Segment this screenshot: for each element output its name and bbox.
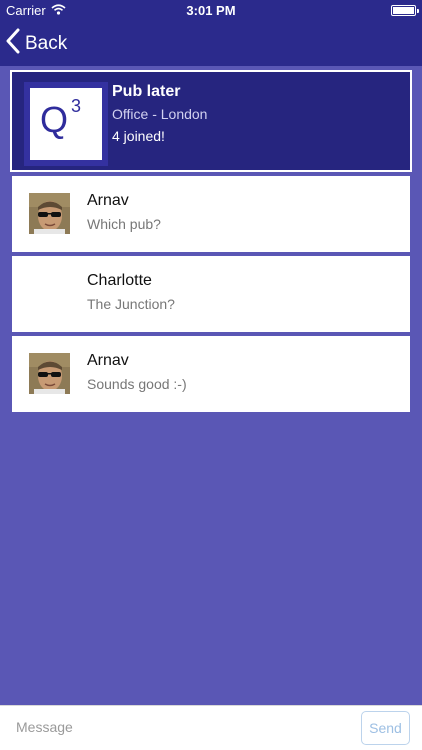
event-details: Pub later Office - London 4 joined!	[112, 82, 207, 146]
back-button[interactable]: Back	[6, 27, 67, 61]
event-logo: Q 3	[24, 82, 108, 166]
battery-icon	[391, 5, 419, 16]
event-title: Pub later	[112, 83, 181, 100]
logo-superscript: 3	[71, 96, 82, 116]
message-input[interactable]	[8, 712, 348, 742]
message-row[interactable]: Arnav Sounds good :-)	[12, 336, 410, 412]
status-time: 3:01 PM	[186, 3, 236, 18]
message-row[interactable]: Charlotte The Junction?	[12, 256, 410, 332]
logo-letter: Q	[40, 99, 69, 140]
message-sender: Arnav	[87, 352, 129, 369]
message-text: The Junction?	[87, 296, 175, 312]
message-text: Which pub?	[87, 216, 161, 232]
chevron-left-icon	[6, 28, 20, 60]
message-row[interactable]: Arnav Which pub?	[12, 176, 410, 252]
chat-content[interactable]: Q 3 Pub later Office - London 4 joined!	[0, 66, 422, 705]
message-sender: Arnav	[87, 192, 129, 209]
event-header-card[interactable]: Q 3 Pub later Office - London 4 joined!	[10, 70, 412, 172]
message-text: Sounds good :-)	[87, 376, 187, 392]
send-button[interactable]: Send	[361, 711, 410, 745]
compose-bar: Send	[0, 705, 422, 750]
avatar	[29, 193, 70, 234]
event-joined-count: 4 joined!	[112, 128, 165, 144]
status-bar: Carrier 3:01 PM	[0, 0, 422, 22]
avatar	[29, 353, 70, 394]
logo-inner: Q 3	[30, 88, 102, 160]
event-location: Office - London	[112, 106, 208, 122]
message-list: Arnav Which pub? Charlotte The Junction?	[12, 176, 410, 416]
back-label: Back	[25, 33, 68, 54]
navigation-bar: Back	[0, 22, 422, 66]
message-sender: Charlotte	[87, 272, 152, 289]
